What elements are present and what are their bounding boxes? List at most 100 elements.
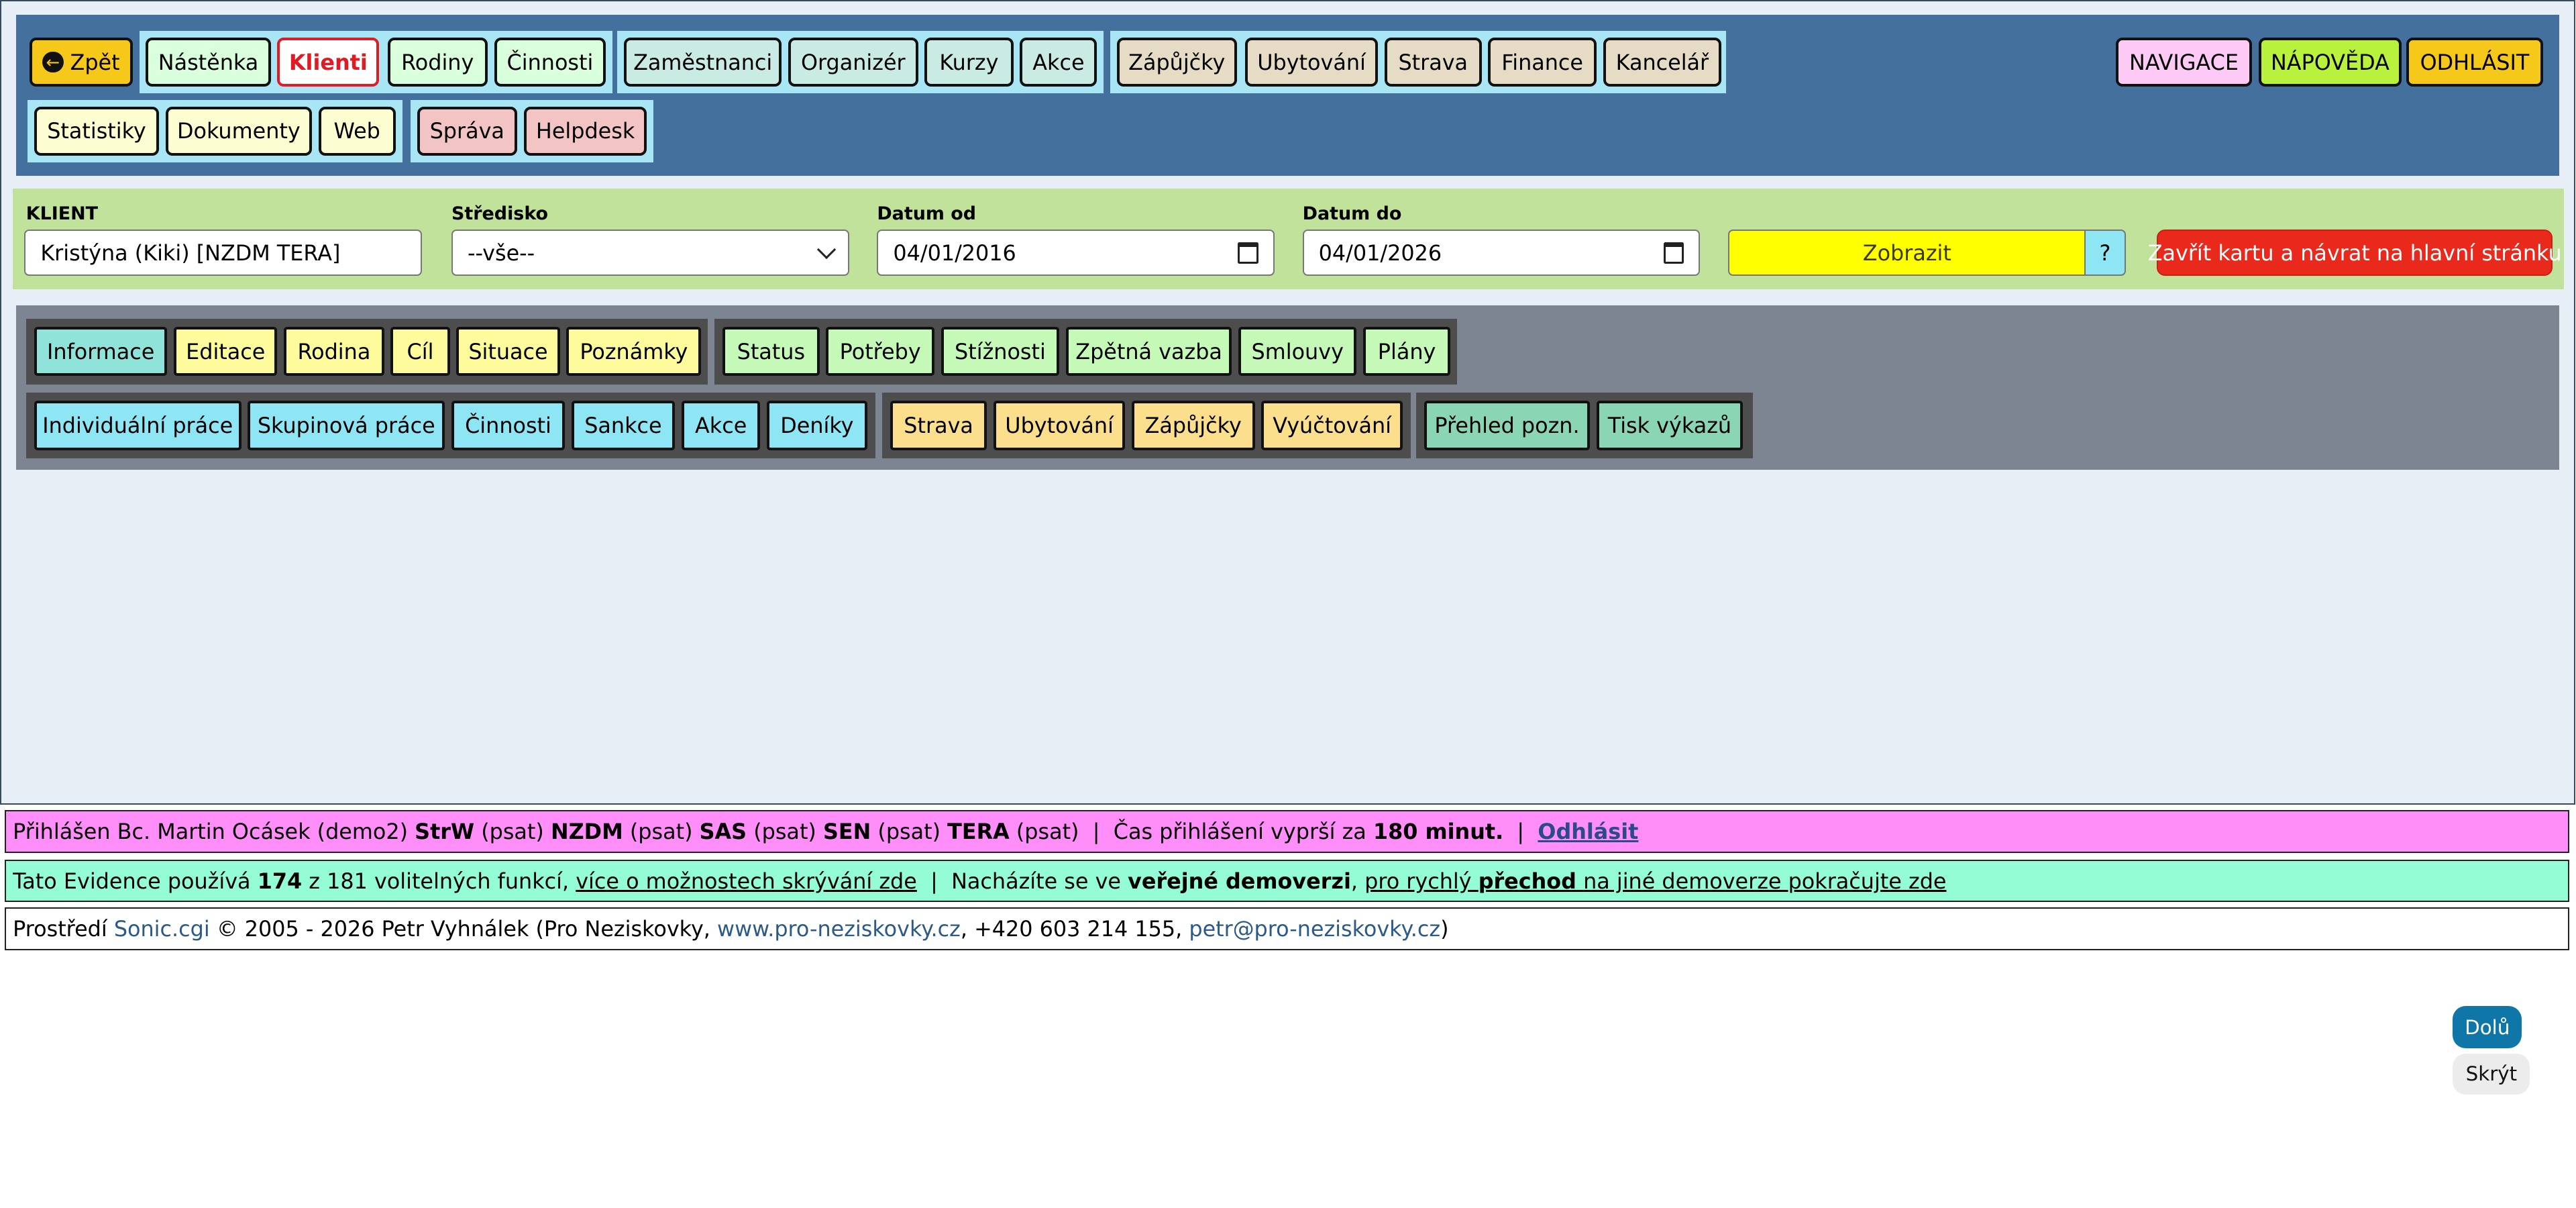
logout-link[interactable]: Odhlásit [1538, 819, 1638, 844]
tab-family[interactable]: Rodina [284, 326, 384, 376]
show-button-label: Zobrazit [1862, 240, 1951, 266]
tab-activities[interactable]: Činnosti [451, 401, 565, 450]
nav-employees[interactable]: Zaměstnanci [624, 37, 782, 87]
website-link[interactable]: www.pro-neziskovky.cz [717, 916, 961, 942]
nav-activities[interactable]: Činnosti [494, 37, 606, 87]
client-subnav: Informace Editace Rodina Cíl Situace Poz… [16, 305, 2560, 470]
role-code: StrW [415, 819, 475, 845]
tab-needs[interactable]: Potřeby [826, 326, 934, 376]
tab-events-label: Akce [694, 412, 747, 438]
features-used-count: 174 [257, 868, 303, 894]
nav-organizer[interactable]: Organizér [788, 37, 918, 87]
date-to-value: 04/01/2026 [1318, 240, 1442, 266]
tab-info[interactable]: Informace [34, 326, 168, 376]
tab-notes[interactable]: Poznámky [566, 326, 702, 376]
scroll-down-button[interactable]: Dolů [2453, 1005, 2522, 1049]
role-type: (psat) [753, 819, 816, 845]
nav-documents[interactable]: Dokumenty [165, 106, 312, 156]
nav-employees-label: Zaměstnanci [633, 49, 773, 75]
tab-diaries[interactable]: Deníky [767, 401, 867, 450]
help-nav-button[interactable]: NÁPOVĚDA [2258, 37, 2402, 87]
tab-info-label: Informace [46, 338, 155, 364]
calendar-icon[interactable] [1238, 242, 1258, 264]
nav-families[interactable]: Rodiny [387, 37, 488, 87]
nav-helpdesk[interactable]: Helpdesk [523, 106, 647, 156]
tab-print-reports[interactable]: Tisk výkazů [1596, 401, 1743, 450]
tab-loans[interactable]: Zápůjčky [1131, 401, 1255, 450]
hide-button[interactable]: Skrýt [2453, 1053, 2530, 1095]
back-button[interactable]: ← Zpět [29, 37, 133, 87]
nav-loans-label: Zápůjčky [1128, 49, 1226, 75]
nav-finance[interactable]: Finance [1488, 37, 1597, 87]
tab-family-label: Rodina [297, 338, 371, 364]
email-link[interactable]: petr@pro-neziskovky.cz [1189, 916, 1440, 942]
tab-sanctions[interactable]: Sankce [571, 401, 676, 450]
help-button-label: ? [2099, 240, 2111, 266]
role-type: (psat) [1016, 819, 1079, 845]
nav-families-label: Rodiny [401, 49, 474, 75]
nav-events[interactable]: Akce [1020, 37, 1097, 87]
nav-clients-active[interactable]: Klienti [277, 37, 380, 87]
hiding-options-link[interactable]: více o možnostech skrývání zde [576, 868, 917, 894]
logout-nav-button[interactable]: ODHLÁSIT [2406, 37, 2543, 87]
date-from-value: 04/01/2016 [893, 240, 1016, 266]
navigation-button[interactable]: NAVIGACE [2115, 37, 2253, 87]
footer-text: ) [1440, 915, 1449, 942]
date-to-input[interactable]: 04/01/2026 [1302, 230, 1701, 276]
tab-status[interactable]: Status [722, 326, 820, 376]
tab-billing[interactable]: Vyúčtování [1261, 401, 1403, 450]
tab-accommodation[interactable]: Ubytování [994, 401, 1126, 450]
tab-food-label: Strava [904, 412, 973, 438]
tab-diaries-label: Deníky [780, 412, 854, 438]
tab-edit[interactable]: Editace [174, 326, 278, 376]
tab-billing-label: Vyúčtování [1273, 412, 1392, 438]
nav-helpdesk-label: Helpdesk [535, 118, 635, 144]
calendar-icon[interactable] [1663, 242, 1684, 264]
tab-feedback-label: Zpětná vazba [1075, 338, 1222, 364]
separator: | [1517, 819, 1525, 845]
tab-individual-work[interactable]: Individuální práce [34, 401, 241, 450]
nav-accommodation[interactable]: Ubytování [1244, 37, 1379, 87]
nav-dashboard[interactable]: Nástěnka [146, 37, 271, 87]
subnav-group-print: Přehled pozn. Tisk výkazů [1415, 392, 1753, 458]
tab-events[interactable]: Akce [681, 401, 761, 450]
nav-clients-label: Klienti [288, 49, 368, 75]
nav-admin[interactable]: Správa [417, 106, 517, 156]
back-label: Zpět [70, 49, 120, 75]
nav-office[interactable]: Kancelář [1603, 37, 1722, 87]
chevron-down-icon [816, 240, 836, 260]
nav-dashboard-label: Nástěnka [158, 49, 259, 75]
tab-group-work[interactable]: Skupinová práce [248, 401, 445, 450]
nav-food-label: Strava [1398, 49, 1468, 75]
help-button[interactable]: ? [2084, 230, 2126, 276]
tab-needs-label: Potřeby [839, 338, 921, 364]
client-field[interactable]: Kristýna (Kiki) [NZDM TERA] [24, 230, 422, 276]
center-select[interactable]: --vše-- [451, 230, 849, 276]
nav-food[interactable]: Strava [1385, 37, 1482, 87]
tab-situation[interactable]: Situace [456, 326, 560, 376]
show-button[interactable]: Zobrazit [1727, 230, 2086, 276]
nav-web[interactable]: Web [318, 106, 396, 156]
nav-organizer-label: Organizér [800, 49, 906, 75]
tab-notes-overview[interactable]: Přehled pozn. [1424, 401, 1591, 450]
client-label: KLIENT [25, 203, 99, 225]
nav-statistics[interactable]: Statistiky [34, 106, 160, 156]
tab-sanctions-label: Sankce [584, 412, 662, 438]
client-value: Kristýna (Kiki) [NZDM TERA] [40, 240, 341, 266]
tab-feedback[interactable]: Zpětná vazba [1065, 326, 1232, 376]
close-card-button[interactable]: Zavřít kartu a návrat na hlavní stránku [2148, 230, 2562, 276]
tab-complaints[interactable]: Stížnosti [941, 326, 1060, 376]
tab-contracts[interactable]: Smlouvy [1238, 326, 1357, 376]
date-from-input[interactable]: 04/01/2016 [877, 230, 1275, 276]
tab-plans[interactable]: Plány [1363, 326, 1450, 376]
nav-courses[interactable]: Kurzy [924, 37, 1014, 87]
arrow-left-icon: ← [42, 51, 64, 73]
other-demos-link[interactable]: pro rychlý přechod na jiné demoverze pok… [1364, 868, 1946, 894]
tab-edit-label: Editace [186, 338, 266, 364]
tab-goal[interactable]: Cíl [390, 326, 450, 376]
tab-food[interactable]: Strava [890, 401, 987, 450]
sonic-link[interactable]: Sonic.cgi [114, 916, 210, 942]
nav-group-staff: Zaměstnanci Organizér Kurzy Akce [617, 31, 1104, 94]
tab-plans-label: Plány [1377, 338, 1436, 364]
nav-loans[interactable]: Zápůjčky [1116, 37, 1237, 87]
